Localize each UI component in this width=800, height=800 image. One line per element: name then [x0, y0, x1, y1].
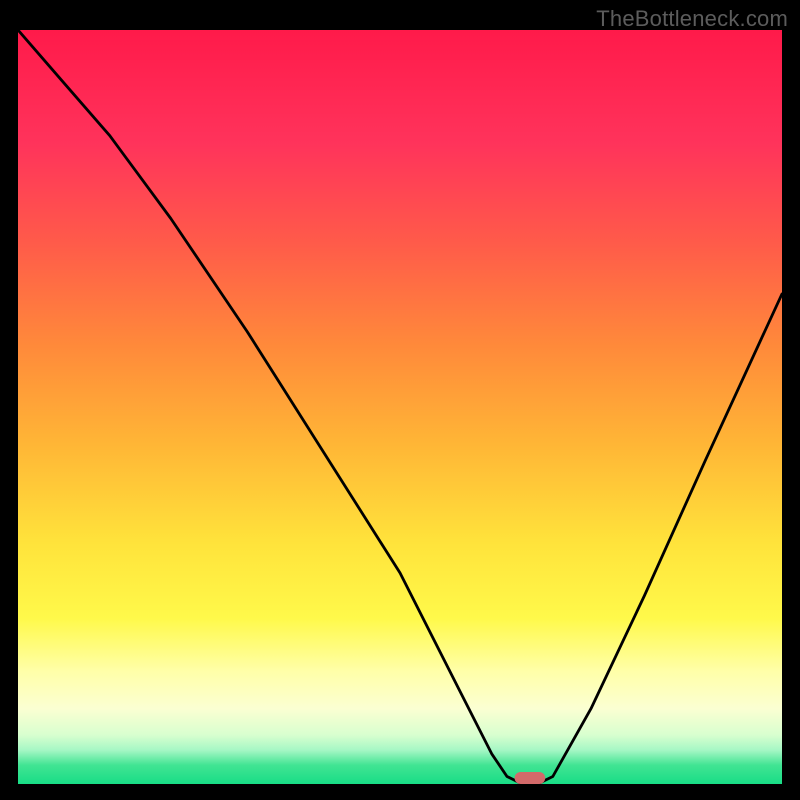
gradient-background — [18, 30, 782, 784]
watermark-text: TheBottleneck.com — [596, 6, 788, 32]
optimal-marker — [515, 772, 546, 784]
bottleneck-chart — [18, 30, 782, 784]
